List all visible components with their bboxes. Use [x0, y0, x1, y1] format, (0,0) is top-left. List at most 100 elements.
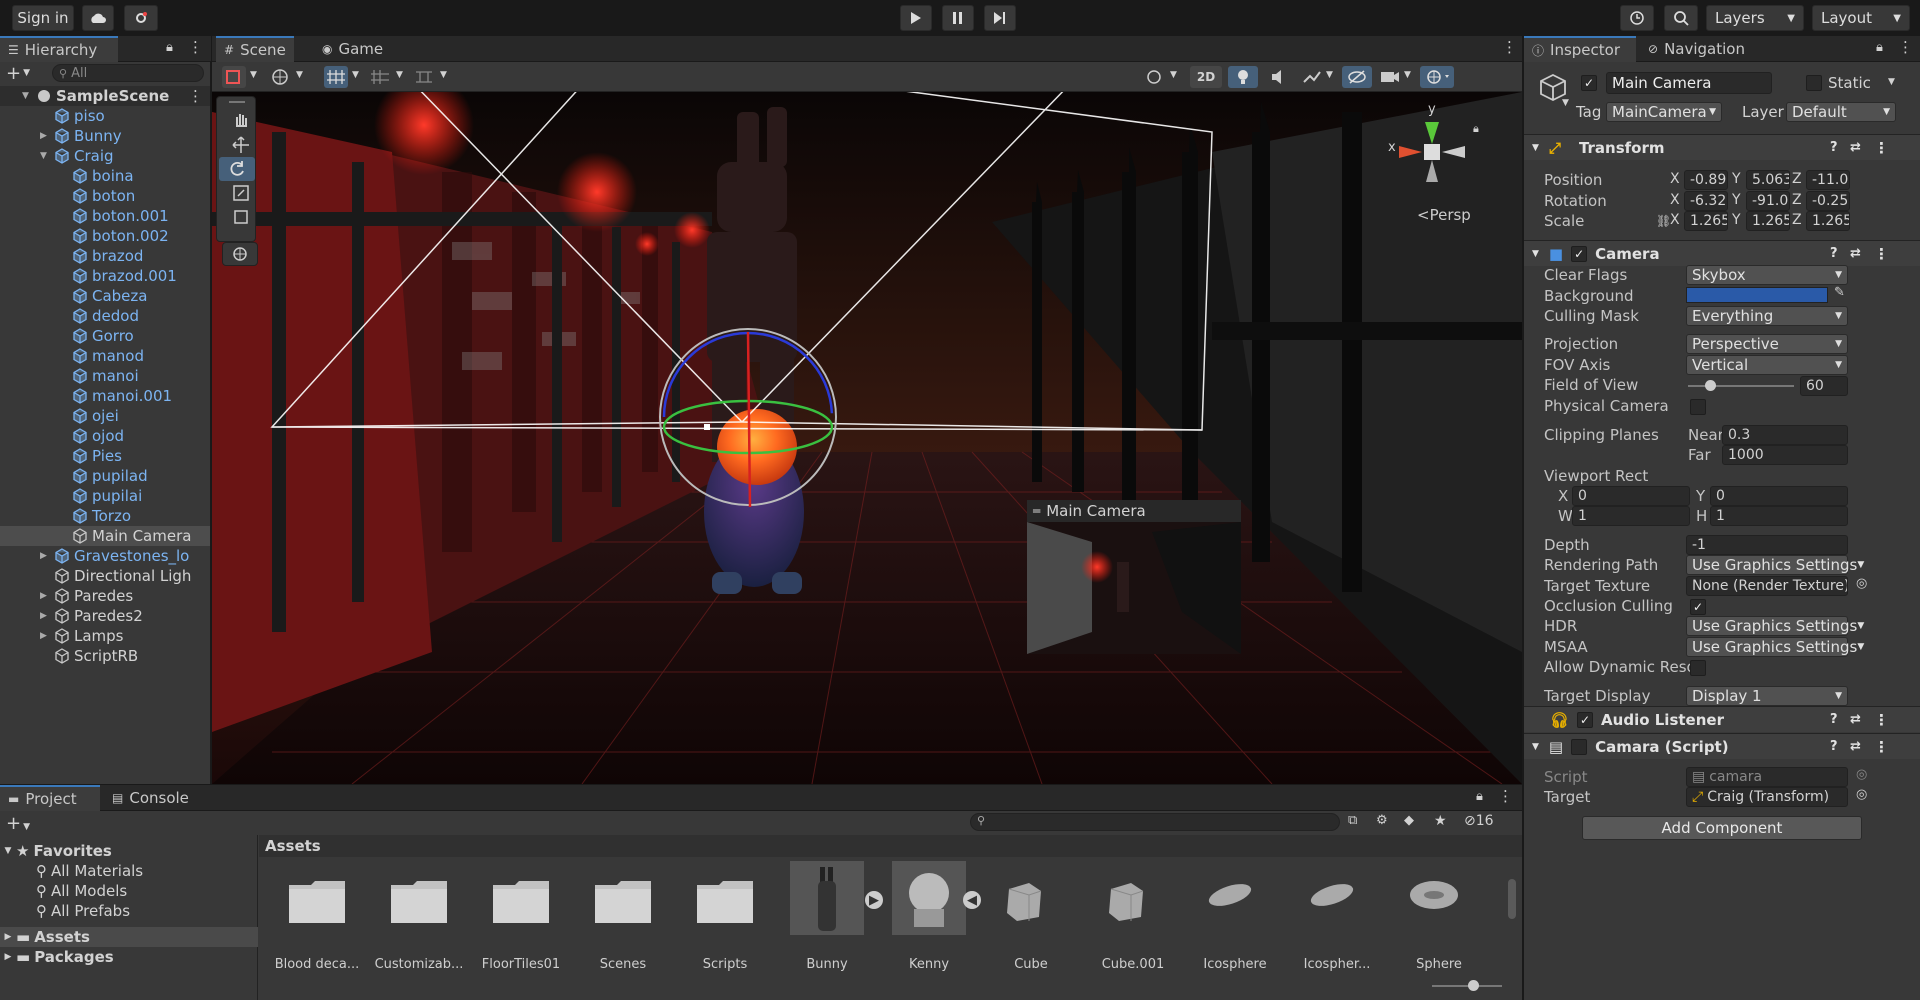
preset-icon[interactable]: ⇄ [1850, 712, 1861, 727]
hierarchy-item[interactable]: manoi.001 [0, 386, 210, 406]
hierarchy-item[interactable]: pupilai [0, 486, 210, 506]
tab-hierarchy[interactable]: ☰ Hierarchy [0, 36, 118, 62]
clear-flags-dropdown[interactable]: Skybox ▼ [1686, 265, 1848, 285]
chevron-right-icon[interactable]: ▶ [40, 131, 54, 141]
asset-item[interactable]: Blood deca... [269, 861, 365, 985]
hand-tool[interactable] [223, 107, 259, 131]
audio-toggle[interactable] [1264, 66, 1294, 88]
chevron-down-icon[interactable]: ▼ [22, 91, 36, 101]
help-icon[interactable]: ? [1830, 246, 1838, 261]
object-picker-icon[interactable]: ◎ [1856, 767, 1867, 782]
script-header[interactable]: ▼ ▤ Camara (Script) ? ⇄ ⋮ [1524, 733, 1920, 759]
hidden-objects-toggle[interactable] [1342, 66, 1372, 88]
transform-tool[interactable] [222, 242, 258, 266]
search-by-type-icon[interactable]: ⧉ [1348, 813, 1357, 828]
chevron-down-icon[interactable]: ▼ [352, 70, 359, 80]
sz-field[interactable]: 1.265‹ [1806, 211, 1850, 231]
sy-field[interactable]: 1.265‹ [1746, 211, 1790, 231]
pause-button[interactable] [942, 5, 974, 31]
sign-in-button[interactable]: Sign in [12, 5, 74, 31]
hierarchy-item[interactable]: ▶ Paredes2 [0, 606, 210, 626]
layers-dropdown[interactable]: Layers ▼ [1706, 5, 1804, 31]
chevron-down-icon[interactable]: ▼ [440, 70, 447, 80]
hierarchy-item[interactable]: ▶ Gravestones_lo [0, 546, 210, 566]
filter-type-icon[interactable]: ⚙ [1376, 813, 1388, 828]
packages-folder-item[interactable]: ▶ ▬ Packages [0, 947, 210, 967]
hdr-dropdown[interactable]: Use Graphics Settings ▼ [1686, 616, 1864, 636]
gizmo-tool-button[interactable] [222, 66, 246, 88]
hierarchy-item[interactable]: ScriptRB [0, 646, 210, 666]
rx-field[interactable]: -6.32( [1684, 191, 1728, 211]
cloud-button[interactable] [82, 5, 114, 31]
rendering-path-dropdown[interactable]: Use Graphics Settings ▼ [1686, 555, 1864, 575]
dynamic-resolution-checkbox[interactable] [1690, 660, 1706, 676]
gizmos-toggle[interactable] [1420, 66, 1454, 88]
active-checkbox[interactable]: ✓ [1581, 75, 1597, 91]
align-button[interactable] [412, 66, 436, 88]
hierarchy-item[interactable]: manoi [0, 366, 210, 386]
asset-item[interactable]: Sphere [1391, 861, 1487, 985]
lock-icon[interactable]: 🔒︎ [1876, 40, 1883, 55]
hierarchy-item[interactable]: ▶ Lamps [0, 626, 210, 646]
chevron-down-icon[interactable]: ▼ [1170, 70, 1177, 80]
asset-item[interactable]: Scripts [677, 861, 773, 985]
hierarchy-item[interactable]: pupilad [0, 466, 210, 486]
sx-field[interactable]: 1.265‹ [1684, 211, 1728, 231]
zoom-slider-track[interactable] [1432, 985, 1502, 987]
play-button[interactable] [900, 5, 932, 31]
hierarchy-item[interactable]: dedod [0, 306, 210, 326]
hierarchy-item[interactable]: ojei [0, 406, 210, 426]
fav-item-prefabs[interactable]: ⚲ All Prefabs [0, 901, 210, 921]
asset-item[interactable]: Customizab... [371, 861, 467, 985]
drag-handle[interactable] [229, 101, 245, 103]
asset-item[interactable]: Scenes [575, 861, 671, 985]
more-options-icon[interactable]: ⋮ [1874, 139, 1889, 157]
object-name-field[interactable]: Main Camera [1606, 72, 1772, 94]
asset-item[interactable]: Icospher... [1289, 861, 1385, 985]
hierarchy-item[interactable]: Gorro [0, 326, 210, 346]
chevron-right-icon[interactable]: ▶ [40, 591, 54, 601]
chevron-down-icon[interactable]: ▼ [396, 70, 403, 80]
fav-item-models[interactable]: ⚲ All Models [0, 881, 210, 901]
eyedropper-icon[interactable]: ✎ [1834, 285, 1845, 300]
asset-item[interactable]: Cube [983, 861, 1079, 985]
target-field[interactable]: ⤢ Craig (Transform) [1686, 787, 1848, 807]
fov-slider-track[interactable] [1688, 385, 1794, 387]
create-button[interactable]: + ▼ [6, 63, 32, 84]
object-picker-icon[interactable]: ◎ [1856, 787, 1867, 802]
lock-icon[interactable]: 🔒︎ [166, 40, 173, 55]
hierarchy-item[interactable]: Torzo [0, 506, 210, 526]
pz-field[interactable]: -11.05 [1806, 170, 1850, 190]
more-options-icon[interactable]: ⋮ [1898, 38, 1913, 56]
hierarchy-item[interactable]: ojod [0, 426, 210, 446]
viewport-x-field[interactable]: 0 [1572, 486, 1690, 506]
more-options-icon[interactable]: ⋮ [188, 87, 203, 105]
scale-tool[interactable] [223, 181, 259, 205]
drag-handle-icon[interactable]: ═ [1033, 504, 1040, 518]
hierarchy-item[interactable]: ▶ Bunny [0, 126, 210, 146]
more-options-icon[interactable]: ⋮ [1502, 38, 1517, 56]
asset-item[interactable]: FloorTiles01 [473, 861, 569, 985]
fav-item-materials[interactable]: ⚲ All Materials [0, 861, 210, 881]
viewport-h-field[interactable]: 1 [1710, 506, 1848, 526]
tab-game[interactable]: ◉ Game [314, 36, 391, 62]
hierarchy-item[interactable]: Pies [0, 446, 210, 466]
effects-toggle[interactable] [1300, 66, 1324, 88]
audio-enabled-checkbox[interactable]: ✓ [1577, 711, 1594, 728]
chevron-down-icon[interactable]: ▼ [296, 70, 303, 80]
add-component-button[interactable]: Add Component [1582, 816, 1862, 840]
hierarchy-item[interactable]: ▼ SampleScene ⋮ [0, 86, 210, 106]
hierarchy-item[interactable]: brazod [0, 246, 210, 266]
chevron-down-icon[interactable]: ▼ [1888, 77, 1895, 87]
hierarchy-item[interactable]: boton [0, 186, 210, 206]
more-options-icon[interactable]: ⋮ [1874, 738, 1889, 756]
increment-snap-button[interactable] [368, 66, 392, 88]
move-tool[interactable] [223, 133, 259, 157]
persp-label[interactable]: <Persp [1417, 206, 1471, 224]
tab-scene[interactable]: # Scene [216, 36, 294, 62]
asset-item[interactable]: Icosphere [1187, 861, 1283, 985]
chevron-down-icon[interactable]: ▼ [1404, 70, 1411, 80]
fov-axis-dropdown[interactable]: Vertical ▼ [1686, 355, 1848, 375]
lighting-toggle[interactable] [1228, 66, 1258, 88]
chevron-right-icon[interactable]: ▶ [40, 551, 54, 561]
